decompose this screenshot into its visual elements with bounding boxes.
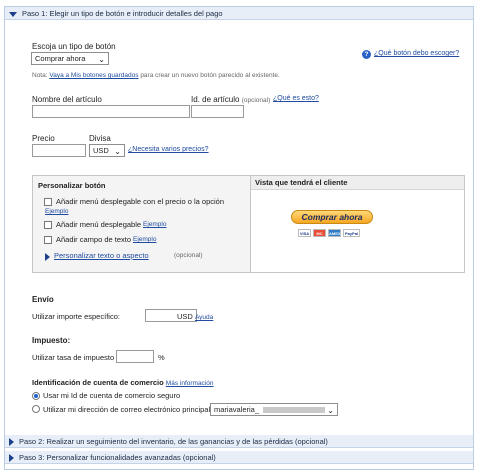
button-type-value: Comprar ahora [35,54,86,63]
item-id-input[interactable] [191,105,244,118]
step2-header[interactable]: Paso 2: Realizar un seguimiento del inve… [5,435,473,448]
shipping-currency: USD Ayuda [177,312,213,321]
email-merchant-id-radio[interactable] [32,405,40,413]
visa-card-icon: VISA [298,229,311,237]
dropdown-price-checkbox[interactable] [44,198,52,206]
secure-merchant-id-radio[interactable] [32,392,40,400]
option2-label: Añadir menú desplegable [56,220,142,229]
note-prefix: Nota: [32,72,48,79]
option1-example-link[interactable]: Ejemplo [45,208,68,215]
step1-header[interactable]: Paso 1: Elegir un tipo de botón e introd… [5,7,473,20]
text-field-checkbox[interactable] [44,236,52,244]
option3-example-link[interactable]: Ejemplo [133,236,156,243]
paypal-icon: PayPal [343,229,360,237]
mastercard-icon: MC [313,229,326,237]
option2-example-link[interactable]: Ejemplo [143,221,166,228]
tax-label: Utilizar tasa de impuesto [32,353,115,362]
option1-label: Añadir menú desplegable con el precio o … [56,197,225,206]
email-merchant-id-label: Utilizar mi dirección de correo electrón… [43,405,211,414]
expand-triangle-icon [9,438,14,447]
button-form-panel: Paso 1: Elegir un tipo de botón e introd… [4,6,474,470]
buy-now-preview-button: Comprar ahora [291,210,373,224]
shipping-currency-text: USD [177,312,193,321]
redacted-email-blur [263,407,326,414]
expand-triangle-icon [45,253,50,261]
chevron-down-icon: ⌄ [98,55,105,64]
step1-title: Paso 1: Elegir un tipo de botón e introd… [22,9,223,18]
tax-rate-input[interactable] [116,350,154,363]
currency-value: USD [93,146,109,155]
expand-triangle-icon [9,454,14,463]
shipping-help-link[interactable]: Ayuda [195,314,213,321]
customize-text-optional: (opcional) [174,252,203,259]
shipping-title: Envío [32,295,54,304]
multiple-prices-link[interactable]: ¿Necesita varios precios? [128,146,209,153]
item-name-label: Nombre del artículo [32,95,102,104]
item-id-label: Id. de artículo (opcional) [191,95,270,104]
option3-label: Añadir campo de texto [56,235,132,244]
button-type-select[interactable]: Comprar ahora ⌄ [31,52,109,65]
preview-title: Vista que tendrá el cliente [251,176,464,190]
email-select[interactable]: mariavaleria_ ⌄ [210,403,338,416]
what-is-this-link[interactable]: ¿Qué es esto? [273,95,319,102]
tax-title: Impuesto: [32,336,71,345]
item-id-label-text: Id. de artículo [191,95,240,104]
help-icon[interactable]: ? [362,50,371,59]
step2-title: Paso 2: Realizar un seguimiento del inve… [19,437,328,446]
collapse-triangle-icon [9,11,17,17]
dropdown-menu-checkbox[interactable] [44,221,52,229]
tax-unit: % [158,353,165,362]
currency-select[interactable]: USD ⌄ [89,144,125,157]
item-id-optional: (opcional) [241,97,271,104]
customize-title: Personalizar botón [38,181,106,190]
price-label: Precio [32,134,55,143]
which-button-link[interactable]: ¿Qué botón debo escoger? [374,50,459,57]
email-value: mariavaleria_ [214,405,260,414]
item-name-input[interactable] [32,105,190,118]
amex-card-icon: AMEX [328,229,341,237]
note-suffix: para crear un nuevo botón parecido al ex… [140,72,280,79]
more-info-link[interactable]: Más información [166,380,214,387]
saved-buttons-link[interactable]: Vaya a Mis botones guardados [49,72,138,79]
step3-header[interactable]: Paso 3: Personalizar funcionalidades ava… [5,451,473,464]
step3-title: Paso 3: Personalizar funcionalidades ava… [19,453,216,462]
merchant-id-title-text: Identificación de cuenta de comercio [32,378,164,387]
customer-preview-panel: Vista que tendrá el cliente [251,176,464,272]
chevron-down-icon: ⌄ [114,147,121,156]
secure-merchant-id-label: Usar mi Id de cuenta de comercio seguro [43,391,181,400]
customize-section: Personalizar botón Añadir menú desplegab… [32,175,465,273]
currency-label: Divisa [89,134,111,143]
chevron-down-icon: ⌄ [327,406,334,415]
customize-text-link[interactable]: Personalizar texto o aspecto [54,251,149,260]
shipping-label: Utilizar importe específico: [32,312,120,321]
button-type-label: Escoja un tipo de botón [32,42,116,51]
note-text: Nota: Vaya a Mis botones guardados para … [32,72,280,79]
price-input[interactable] [32,144,86,157]
merchant-id-title: Identificación de cuenta de comercio Más… [32,378,213,387]
customize-options-panel: Personalizar botón Añadir menú desplegab… [33,176,251,272]
